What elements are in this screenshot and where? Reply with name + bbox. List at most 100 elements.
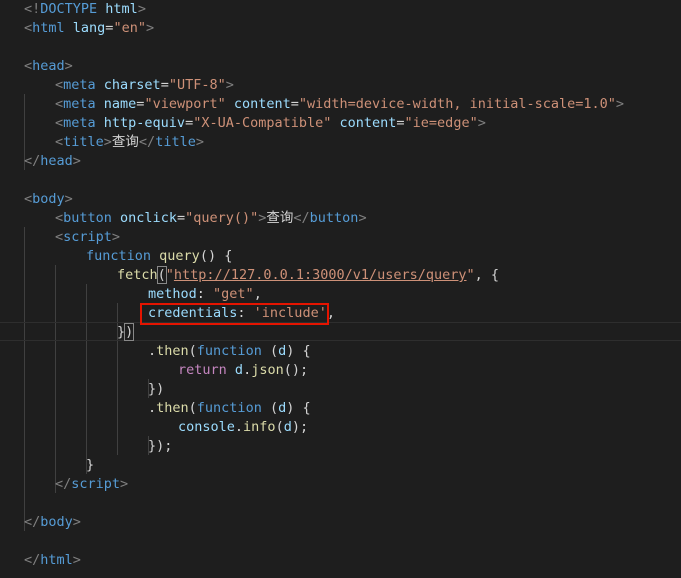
- token: <: [55, 96, 64, 112]
- token: script: [63, 229, 112, 245]
- token: button: [309, 210, 359, 226]
- code-line-then-1: .then(function (d) {: [148, 342, 311, 361]
- token: lang: [64, 20, 106, 36]
- token: >: [72, 552, 81, 568]
- token: "viewport": [144, 96, 226, 112]
- code-line-body-open: <body>: [24, 190, 73, 209]
- code-line-meta-charset: <meta charset="UTF-8">: [55, 76, 234, 95]
- code-line-then-2-close: });: [148, 437, 172, 456]
- token: ": [165, 267, 174, 283]
- token: console: [178, 419, 235, 435]
- token: function: [196, 343, 262, 359]
- token: >: [137, 1, 146, 17]
- token: >: [111, 229, 121, 245]
- token: "UTF-8": [168, 77, 226, 93]
- token: .: [148, 343, 157, 359]
- token: </: [24, 153, 41, 169]
- code-line-head-open: <head>: [24, 57, 73, 76]
- code-line-fetch: fetch("http://127.0.0.1:3000/v1/users/qu…: [117, 266, 499, 285]
- token: ) {: [286, 400, 311, 416]
- token: then: [156, 400, 189, 416]
- token: >: [64, 191, 73, 207]
- code-line-script-open: <script>: [55, 228, 120, 247]
- code-line-html-open: <html lang="en">: [24, 19, 154, 38]
- code-line-doctype: <!DOCTYPE html>: [24, 0, 146, 19]
- token: meta: [63, 115, 96, 131]
- token: html: [97, 1, 138, 17]
- token: =: [185, 115, 194, 131]
- token: function: [196, 400, 262, 416]
- token: query: [159, 248, 200, 264]
- token: >: [225, 77, 234, 93]
- token: <: [24, 58, 33, 74]
- code-editor[interactable]: <!DOCTYPE html> <html lang="en"> <head> …: [0, 0, 681, 578]
- token: >: [615, 96, 625, 112]
- token: json: [251, 362, 284, 378]
- token: "get": [213, 286, 254, 302]
- token: DOCTYPE: [40, 1, 98, 17]
- token: charset: [95, 77, 161, 93]
- token: }: [117, 324, 126, 340]
- token: >: [145, 20, 155, 36]
- token: </: [24, 552, 41, 568]
- token: :: [237, 305, 254, 321]
- token: d: [278, 343, 287, 359]
- token: 查询: [111, 134, 139, 150]
- token: title: [155, 134, 196, 150]
- token: ": [466, 267, 475, 283]
- token: </: [293, 210, 310, 226]
- token: (: [261, 400, 279, 416]
- token: </: [55, 476, 72, 492]
- token: "query()": [185, 210, 259, 226]
- code-line-function-query: function query() {: [86, 247, 232, 266]
- token: script: [71, 476, 121, 492]
- token: <: [55, 77, 64, 93]
- token: "X-UA-Compatible": [193, 115, 332, 131]
- token: </: [24, 514, 41, 530]
- token: onclick: [111, 210, 177, 226]
- token: , {: [474, 267, 500, 283]
- token: ,: [326, 305, 335, 321]
- code-line-function-close: }: [86, 456, 94, 475]
- matched-bracket: (: [156, 266, 167, 284]
- matched-bracket: ): [124, 323, 135, 341]
- indent-guide-script: [55, 265, 56, 493]
- token: ) {: [286, 343, 311, 359]
- token: (: [261, 343, 279, 359]
- token: >: [120, 476, 129, 492]
- code-line-html-close: </html>: [24, 551, 81, 570]
- token: :: [196, 286, 214, 302]
- token: method: [148, 286, 197, 302]
- token: content: [331, 115, 397, 131]
- token: >: [103, 134, 112, 150]
- token: >: [72, 153, 81, 169]
- token: =: [176, 210, 186, 226]
- code-line-then-1-close: }): [148, 380, 164, 399]
- token: >: [195, 134, 204, 150]
- code-line-body-close: </body>: [24, 513, 81, 532]
- token: <!: [24, 1, 41, 17]
- token: then: [156, 343, 189, 359]
- url-link[interactable]: http://127.0.0.1:3000/v1/users/query: [174, 267, 467, 283]
- token: ,: [253, 286, 262, 302]
- token: }): [148, 381, 165, 397]
- token: content: [225, 96, 291, 112]
- token: <: [24, 191, 33, 207]
- token: html: [32, 20, 65, 36]
- token: </: [138, 134, 156, 150]
- token: d: [283, 419, 292, 435]
- code-line-title: <title>查询</title>: [55, 133, 204, 152]
- token: .: [243, 362, 252, 378]
- token: }: [86, 457, 95, 473]
- code-line-then-2: .then(function (d) {: [148, 399, 311, 418]
- token: });: [148, 438, 173, 454]
- token: "en": [113, 20, 146, 36]
- token: meta: [63, 96, 96, 112]
- code-line-script-close: </script>: [55, 475, 128, 494]
- token: <: [55, 115, 64, 131]
- token: >: [64, 58, 73, 74]
- token: button: [63, 210, 112, 226]
- code-line-meta-viewport: <meta name="viewport" content="width=dev…: [55, 95, 624, 114]
